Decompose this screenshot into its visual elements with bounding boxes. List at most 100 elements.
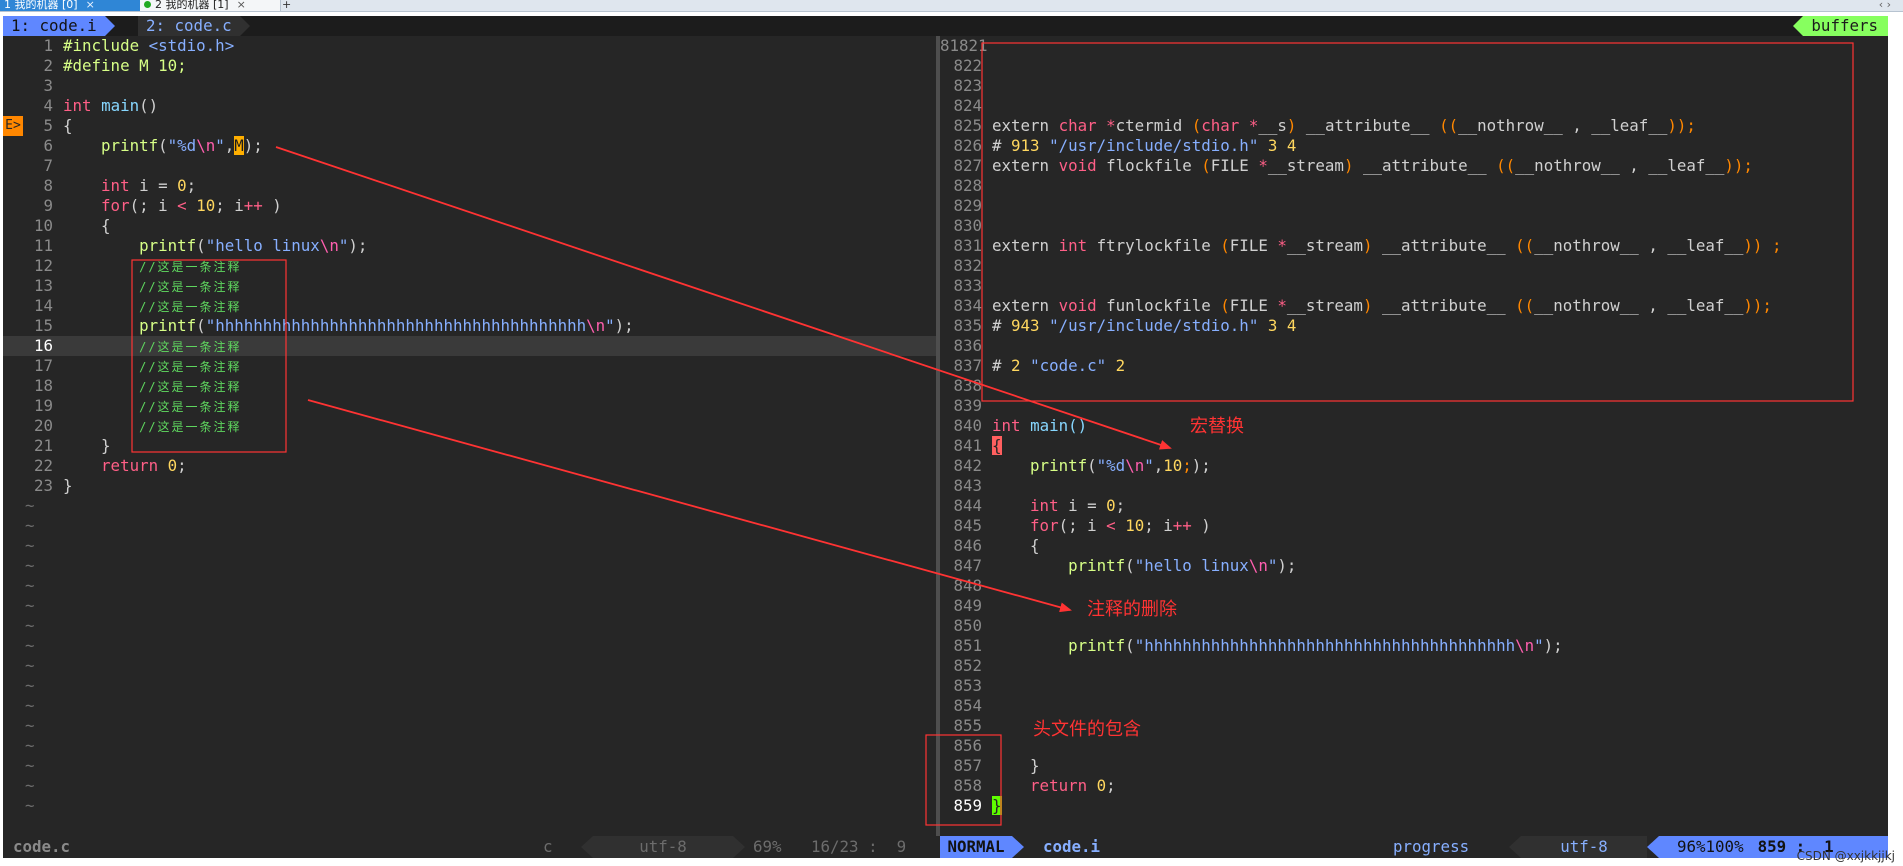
code-line[interactable]: 1 #include <stdio.h> [3, 36, 936, 56]
code-line[interactable]: 848 [940, 576, 1888, 596]
code-token: * [1258, 156, 1268, 175]
code-line[interactable]: 844 int i = 0; [940, 496, 1888, 516]
code-line[interactable]: 81821 [940, 36, 1888, 56]
code-line[interactable]: 828 [940, 176, 1888, 196]
code-line[interactable]: 854 [940, 696, 1888, 716]
vim-window[interactable]: 1: code.i 2: code.c buffers 1 #include <s… [3, 16, 1888, 858]
vim-tab-code-i[interactable]: 1: code.i [3, 16, 115, 36]
empty-buffer-line: ~ [3, 616, 936, 636]
code-line[interactable]: 22 return 0; [3, 456, 936, 476]
line-number: 850 [953, 616, 982, 635]
code-token: //这是一条注释 [139, 400, 242, 414]
code-token: "code.c" [1030, 356, 1107, 375]
code-line[interactable]: 849 [940, 596, 1888, 616]
code-line[interactable]: 859} [940, 796, 1888, 816]
code-line[interactable]: 846 { [940, 536, 1888, 556]
code-line[interactable]: 7 [3, 156, 936, 176]
line-number: 838 [953, 376, 982, 395]
code-line[interactable]: 8 int i = 0; [3, 176, 936, 196]
code-line[interactable]: 852 [940, 656, 1888, 676]
code-line[interactable]: 18 //这是一条注释 [3, 376, 936, 396]
line-number: 18 [33, 376, 53, 395]
code-token: <stdio.h> [148, 36, 235, 55]
code-line[interactable]: 840 int main() [940, 416, 1888, 436]
close-icon[interactable]: × [237, 0, 246, 11]
code-line[interactable]: 826 # 913 "/usr/include/stdio.h" 3 4 [940, 136, 1888, 156]
code-line[interactable]: 836 [940, 336, 1888, 356]
left-editor-pane[interactable]: 1 #include <stdio.h> 2 #define M 10; 3 4 int m… [3, 36, 936, 836]
code-line[interactable]: 23} [3, 476, 936, 496]
code-line[interactable]: 21 } [3, 436, 936, 456]
code-line[interactable]: 14 //这是一条注释 [3, 296, 936, 316]
code-line[interactable]: 857 } [940, 756, 1888, 776]
code-line[interactable]: 5{ [3, 116, 936, 136]
right-percent: 96%100% [1677, 837, 1744, 856]
line-number: 834 [953, 296, 982, 315]
code-line[interactable]: 6 printf("%d\n",M); [3, 136, 936, 156]
code-line[interactable]: 824 [940, 96, 1888, 116]
code-line[interactable]: 13 //这是一条注释 [3, 276, 936, 296]
code-line[interactable]: 11 printf("hello linux\n"); [3, 236, 936, 256]
code-line[interactable]: 847 printf("hello linux\n"); [940, 556, 1888, 576]
terminal-tab-1[interactable]: 1 我的机器 [0] × [0, 0, 140, 11]
code-line[interactable]: 850 [940, 616, 1888, 636]
code-line[interactable]: 830 [940, 216, 1888, 236]
code-line[interactable]: 834 extern void funlockfile (FILE *__stre… [940, 296, 1888, 316]
code-line[interactable]: 831 extern int ftrylockfile (FILE *__stre… [940, 236, 1888, 256]
code-line[interactable]: 16 //这是一条注释 [3, 336, 936, 356]
code-line[interactable]: 12 //这是一条注释 [3, 256, 936, 276]
code-token: } [992, 756, 1040, 775]
code-line[interactable]: 4 int main() [3, 96, 936, 116]
code-line[interactable]: 853 [940, 676, 1888, 696]
code-line[interactable]: 832 [940, 256, 1888, 276]
code-line[interactable]: 823 [940, 76, 1888, 96]
code-line[interactable]: 839 [940, 396, 1888, 416]
line-number: 851 [953, 636, 982, 655]
code-token: \n [319, 236, 339, 255]
code-token: __s [1258, 116, 1287, 135]
code-line[interactable]: 858 return 0; [940, 776, 1888, 796]
code-line[interactable]: 17 //这是一条注释 [3, 356, 936, 376]
code-line[interactable]: 3 [3, 76, 936, 96]
code-line[interactable]: 10 { [3, 216, 936, 236]
code-line[interactable]: 838 [940, 376, 1888, 396]
tab-scroll-buttons[interactable]: ‹ › [1879, 0, 1891, 11]
code-line[interactable]: 835 # 943 "/usr/include/stdio.h" 3 4 [940, 316, 1888, 336]
code-token: "%d [1096, 456, 1126, 475]
code-token: return [101, 456, 159, 475]
line-number: 13 [33, 276, 53, 295]
annotation-macro: 宏替换 [1190, 416, 1244, 437]
code-line[interactable]: 841 { [940, 436, 1888, 456]
tilde-marker: ~ [25, 756, 35, 775]
line-number: 23 [33, 476, 53, 495]
code-line[interactable]: 20 //这是一条注释 [3, 416, 936, 436]
code-token: //这是一条注释 [139, 260, 242, 274]
code-line[interactable]: 843 [940, 476, 1888, 496]
code-line[interactable]: 2 #define M 10; [3, 56, 936, 76]
vim-tab-code-c[interactable]: 2: code.c [138, 16, 250, 36]
code-token: \n [1515, 636, 1535, 655]
code-line[interactable]: 9 for(; i < 10; i++ ) [3, 196, 936, 216]
code-line[interactable]: 845 for(; i < 10; i++ ) [940, 516, 1888, 536]
code-line[interactable]: 19 //这是一条注释 [3, 396, 936, 416]
code-line[interactable]: 827 extern void flockfile (FILE *__stream… [940, 156, 1888, 176]
code-line[interactable]: 822 [940, 56, 1888, 76]
code-line[interactable]: 825 extern char *ctermid (char *__s) __at… [940, 116, 1888, 136]
terminal-tab-2[interactable]: 2 我的机器 [1] × [140, 0, 281, 11]
code-line[interactable]: 829 [940, 196, 1888, 216]
code-token: \n [1125, 456, 1145, 475]
code-line[interactable]: 842 printf("%d\n",10;); [940, 456, 1888, 476]
line-number: 852 [953, 656, 982, 675]
close-icon[interactable]: × [86, 0, 95, 11]
add-tab-button[interactable]: + [278, 0, 294, 11]
code-line[interactable]: 837 # 2 "code.c" 2 [940, 356, 1888, 376]
code-line[interactable]: 15 printf("hhhhhhhhhhhhhhhhhhhhhhhhhhhhh… [3, 316, 936, 336]
code-line[interactable]: 833 [940, 276, 1888, 296]
code-line[interactable]: 851 printf("hhhhhhhhhhhhhhhhhhhhhhhhhhhh… [940, 636, 1888, 656]
line-number: 833 [953, 276, 982, 295]
